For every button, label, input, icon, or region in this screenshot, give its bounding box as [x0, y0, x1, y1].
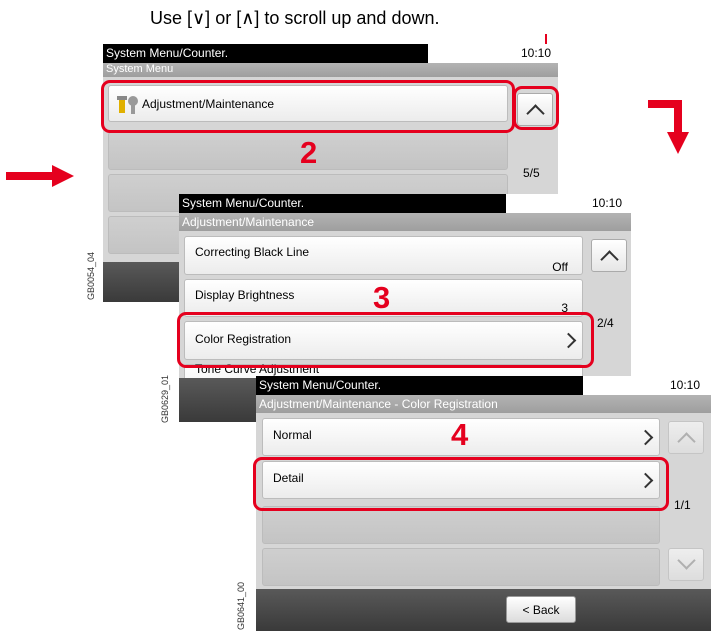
page-indicator: 5/5	[523, 166, 540, 180]
highlight-adjustment-maintenance	[101, 80, 515, 133]
title-bar: System Menu/Counter. 10:10	[103, 44, 558, 63]
image-code: GB0629_01	[160, 374, 170, 423]
right-arrow-icon	[6, 165, 74, 187]
screen-subtitle: System Menu	[103, 63, 558, 77]
menu-item-value: Off	[552, 260, 568, 274]
highlight-color-registration	[177, 312, 594, 368]
step-number: 4	[451, 417, 469, 452]
title-text: System Menu/Counter.	[179, 194, 506, 213]
back-button[interactable]: < Back	[506, 596, 576, 623]
menu-item-empty	[262, 548, 660, 586]
clock: 10:10	[670, 378, 701, 392]
page-indicator: 1/1	[674, 498, 691, 512]
clock: 10:10	[592, 196, 623, 210]
image-code: GB0641_00	[236, 581, 246, 630]
menu-item-correcting-black-line[interactable]: Correcting Black Line Off	[184, 236, 583, 275]
chevron-right-icon	[637, 429, 654, 446]
footer-bar: < Back	[256, 589, 711, 631]
scroll-up-button[interactable]	[668, 421, 704, 454]
step-number: 3	[373, 280, 391, 315]
menu-item-label: Correcting Black Line	[195, 245, 310, 259]
title-text: System Menu/Counter.	[256, 376, 583, 395]
screen-subtitle: Adjustment/Maintenance	[179, 213, 631, 231]
scroll-up-button[interactable]	[591, 239, 627, 272]
menu-item-empty	[262, 506, 660, 544]
down-turn-arrow-icon	[648, 100, 689, 154]
menu-item-label: Normal	[273, 428, 312, 442]
title-bar: System Menu/Counter. 10:10	[256, 376, 711, 395]
title-text: System Menu/Counter.	[103, 44, 428, 63]
highlight-detail	[253, 457, 669, 511]
chevron-up-icon	[677, 432, 696, 451]
instruction-caption: Use [∨] or [∧] to scroll up and down.	[150, 8, 440, 28]
screen-subtitle: Adjustment/Maintenance - Color Registrat…	[256, 395, 711, 413]
highlight-scroll-up	[513, 86, 559, 130]
title-bar: System Menu/Counter. 10:10	[179, 194, 631, 213]
page-indicator: 2/4	[597, 316, 614, 330]
step-number: 2	[300, 135, 318, 170]
menu-item-label: Display Brightness	[195, 288, 295, 302]
image-code: GB0054_04	[86, 251, 96, 300]
scroll-down-button[interactable]	[668, 548, 704, 581]
chevron-up-icon	[600, 250, 619, 269]
clock: 10:10	[521, 46, 552, 60]
chevron-down-icon	[677, 551, 696, 570]
